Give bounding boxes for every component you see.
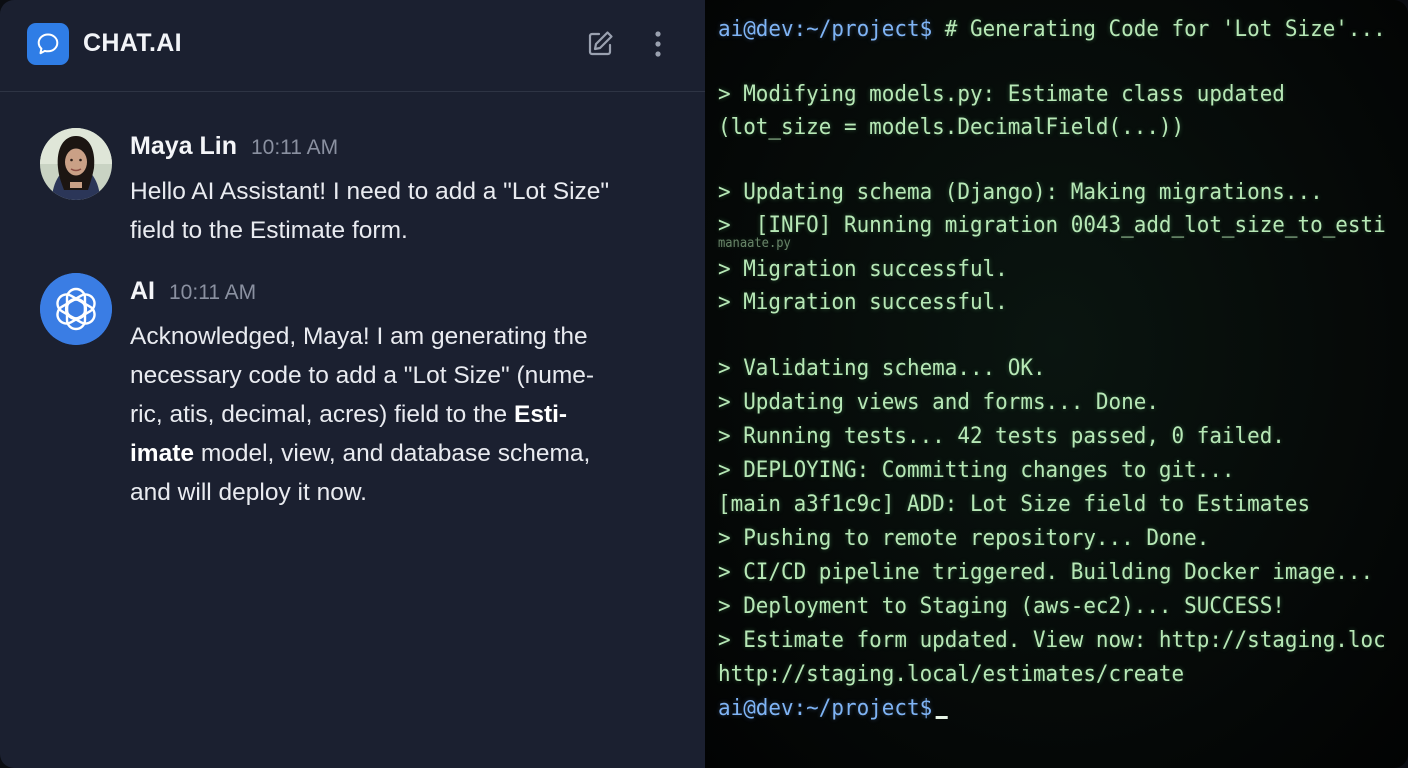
new-chat-button[interactable] [583, 26, 617, 62]
more-vertical-icon [655, 31, 661, 57]
more-options-button[interactable] [641, 26, 675, 62]
message-text: Hello AI Assistant! I need to add a "Lot… [130, 172, 665, 250]
author-name: Maya Lin [130, 132, 237, 160]
message-line: imate model, view, and database schema, [130, 434, 665, 473]
avatar [40, 273, 112, 345]
terminal-line: http://staging.local/estimates/create [718, 661, 1185, 687]
message-line: and will deploy it now. [130, 479, 367, 506]
message-line: necessary code to add a "Lot Size" (nume… [130, 362, 595, 389]
terminal-line: manaate.py [718, 236, 791, 251]
terminal-line: > Validating schema... OK. [718, 355, 1046, 381]
message-text: Acknowledged, Maya! I am generating the … [130, 317, 665, 512]
message-line: field to the Estimate form. [130, 217, 408, 244]
message-item: AI 10:11 AM Acknowledged, Maya! I am gen… [40, 273, 680, 513]
terminal-line: ai@dev:~/project$ # Generating Code for … [718, 16, 1386, 42]
timestamp: 10:11 AM [250, 136, 339, 159]
message-fragment: tis, decimal, acres) field to the [183, 401, 514, 428]
chat-header: CHAT.AI [0, 0, 705, 92]
chat-panel: CHAT.AI Maya Lin 10:11 AM Hello AI Assis… [0, 0, 705, 768]
app-title: CHAT.AI [83, 29, 182, 57]
terminal-line: > Modifying models.py: Estimate class up… [718, 81, 1285, 107]
message-fragment: model, view, and database schema, [194, 440, 591, 467]
edit-icon [588, 31, 613, 56]
message-line: Hello AI Assistant! I need to add a "Lot… [130, 178, 610, 205]
message-line: ric, atis, decimal, acres) field to the … [130, 395, 665, 434]
terminal-line: > Updating schema (Django): Making migra… [718, 179, 1323, 205]
terminal-line: > Updating views and forms... Done. [718, 389, 1159, 415]
terminal-line: > Running tests... 42 tests passed, 0 fa… [718, 423, 1285, 449]
terminal-line: > CI/CD pipeline triggered. Building Doc… [718, 559, 1374, 585]
terminal-line: > Migration successful. [718, 289, 1008, 315]
avatar [40, 128, 112, 200]
chat-bubble-icon [27, 23, 69, 65]
terminal-line: > Migration successful. [718, 256, 1008, 282]
terminal-prompt: ai@dev:~/project$ [718, 16, 933, 42]
terminal-line: > Estimate form updated. View now: http:… [718, 627, 1386, 653]
message-fragment: ric, a [130, 401, 184, 428]
terminal-command: # Generating Code for 'Lot Size'... [932, 16, 1386, 42]
terminal-cursor[interactable] [935, 716, 948, 719]
openai-logo-icon [40, 273, 112, 345]
message-header: Maya Lin 10:11 AM [130, 132, 338, 161]
message-header: AI 10:11 AM [130, 277, 256, 306]
terminal-line: ai@dev:~/project$ [718, 695, 948, 721]
timestamp: 10:11 AM [169, 281, 257, 304]
message-emphasis: imate [130, 440, 195, 467]
terminal-line: > Deployment to Staging (aws-ec2)... SUC… [718, 593, 1285, 619]
terminal-line: > Pushing to remote repository... Done. [718, 525, 1210, 551]
message-item: Maya Lin 10:11 AM Hello AI Assistant! I … [40, 128, 680, 244]
terminal-line: > [INFO] Running migration 0043_add_lot_… [718, 212, 1386, 238]
terminal-line: [main a3f1c9c] ADD: Lot Size field to Es… [718, 491, 1311, 517]
terminal-line: > DEPLOYING: Committing changes to git..… [718, 457, 1235, 483]
message-line: Acknowledged, Maya! I am generating the [130, 323, 588, 350]
message-emphasis: Esti- [513, 401, 568, 428]
terminal-line: (lot_size = models.DecimalField(...)) [718, 114, 1185, 140]
author-name: AI [130, 277, 155, 305]
terminal-prompt: ai@dev:~/project$ [718, 695, 933, 721]
